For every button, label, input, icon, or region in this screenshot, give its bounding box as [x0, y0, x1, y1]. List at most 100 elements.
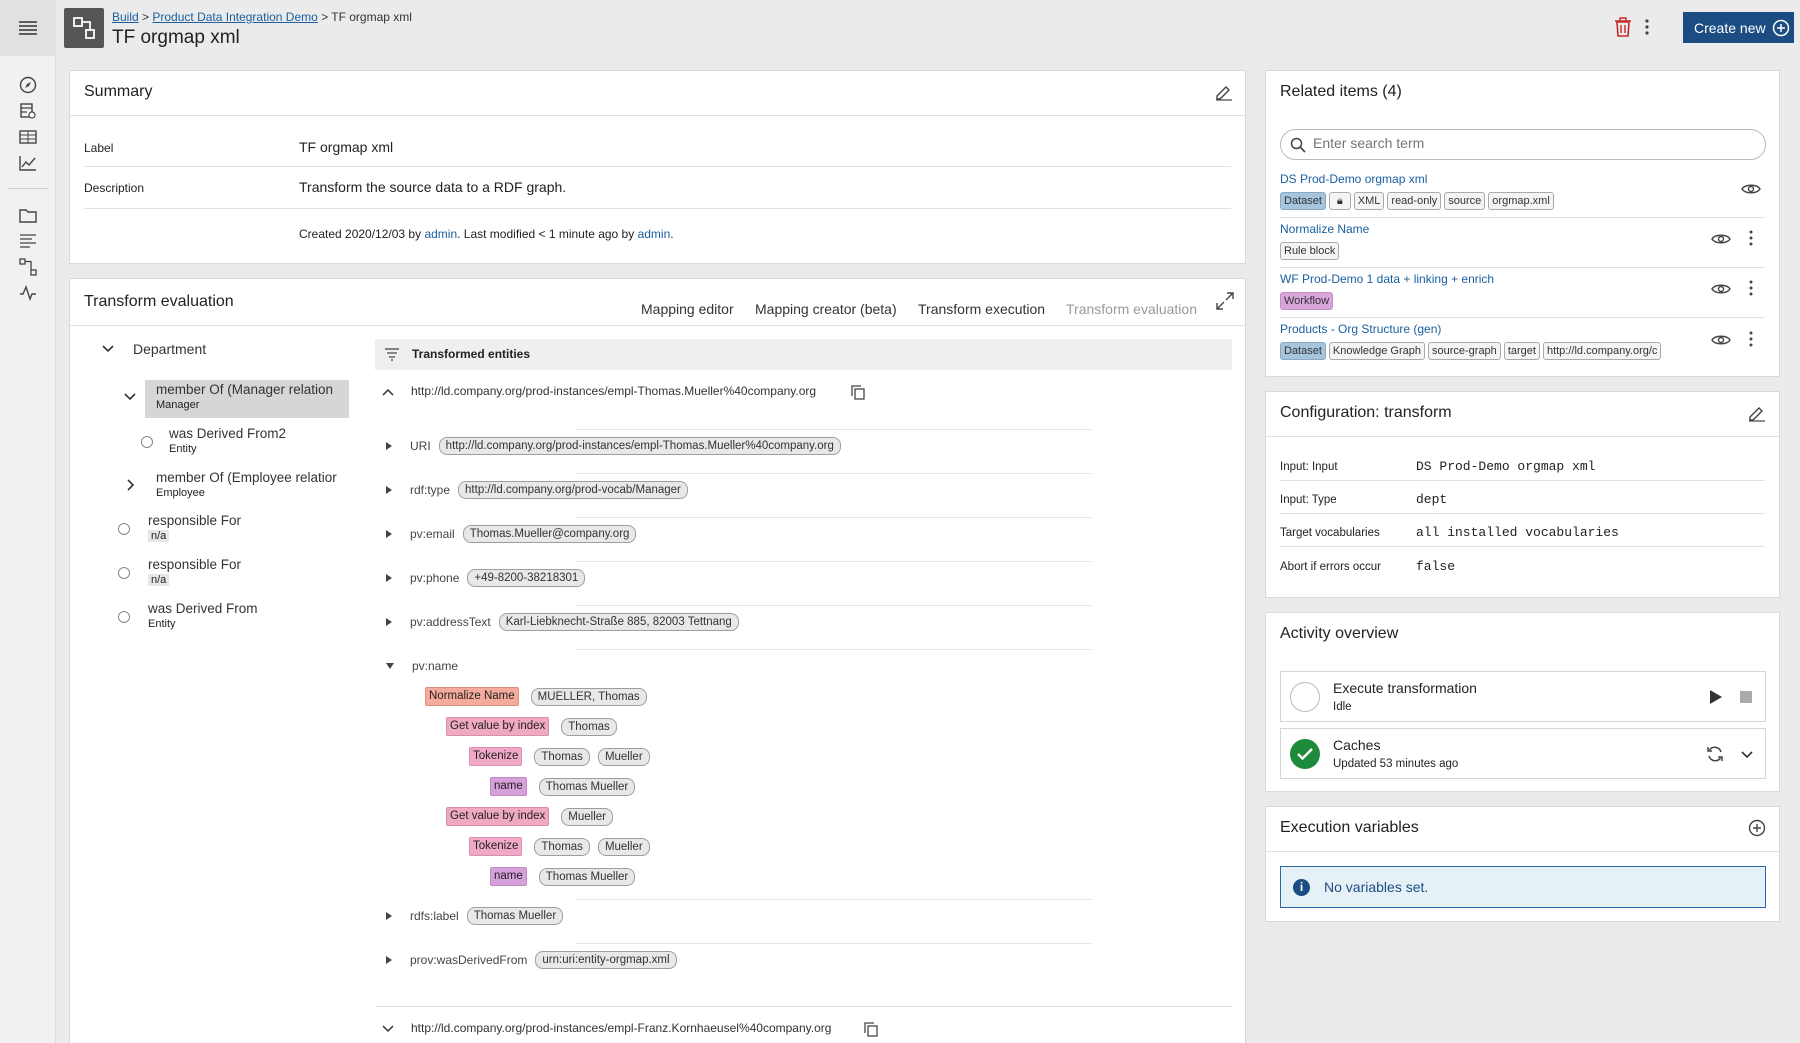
workflow-icon[interactable] — [17, 256, 39, 278]
more-options-icon[interactable] — [1644, 17, 1650, 37]
config-value: dept — [1416, 492, 1448, 507]
list-icon[interactable] — [17, 230, 39, 252]
eye-icon[interactable] — [1711, 282, 1731, 296]
tree-radio[interactable] — [141, 436, 153, 448]
tab-transform-execution[interactable]: Transform execution — [918, 301, 1045, 317]
caret-right-icon[interactable] — [386, 618, 392, 626]
entity-uri[interactable]: http://ld.company.org/prod-instances/emp… — [411, 1021, 831, 1035]
operator-tokenize[interactable]: Tokenize — [469, 747, 523, 766]
property-row[interactable]: rdfs:label Thomas Mueller — [386, 907, 564, 925]
more-options-icon[interactable] — [1748, 229, 1754, 247]
caret-right-icon[interactable] — [386, 486, 392, 494]
create-new-button[interactable]: Create new — [1683, 12, 1794, 43]
breadcrumb-build[interactable]: Build — [112, 10, 139, 24]
more-options-icon[interactable] — [1748, 330, 1754, 348]
operator-name[interactable]: name — [490, 867, 527, 886]
configuration-title: Configuration: transform — [1280, 404, 1452, 421]
play-icon[interactable] — [1709, 689, 1723, 705]
property-row[interactable]: pv:phone +49-8200-38218301 — [386, 569, 586, 587]
activity-status: Updated 53 minutes ago — [1333, 758, 1459, 770]
config-row: Input: Type dept — [1280, 484, 1765, 514]
operator-get-value[interactable]: Get value by index — [446, 717, 550, 736]
chevron-down-icon[interactable] — [1741, 751, 1753, 759]
created-by-link[interactable]: admin — [424, 227, 457, 241]
chevron-down-icon[interactable] — [382, 1025, 394, 1033]
property-name: rdf:type — [410, 483, 451, 497]
related-item-title[interactable]: Products - Org Structure (gen) — [1280, 322, 1441, 336]
caret-right-icon[interactable] — [386, 956, 392, 964]
folder-icon[interactable] — [17, 204, 39, 226]
tag: target — [1503, 342, 1540, 361]
related-item-title[interactable]: WF Prod-Demo 1 data + linking + enrich — [1280, 272, 1494, 286]
tab-mapping-creator[interactable]: Mapping creator (beta) — [755, 301, 897, 317]
tree-item-label[interactable]: responsible For — [148, 557, 241, 572]
modified-by-link[interactable]: admin — [638, 227, 671, 241]
operator-value: Thomas Mueller — [538, 777, 636, 796]
property-row[interactable]: pv:name — [386, 659, 458, 673]
caret-down-icon[interactable] — [386, 663, 394, 669]
edit-icon[interactable] — [1215, 83, 1233, 101]
caret-right-icon[interactable] — [386, 442, 392, 450]
chart-icon[interactable] — [17, 152, 39, 174]
tree-root-department[interactable]: Department — [133, 341, 206, 357]
tree-item-label[interactable]: member Of (Employee relatior — [156, 470, 346, 485]
property-row[interactable]: prov:wasDerivedFrom urn:uri:entity-orgmap… — [386, 951, 677, 969]
chevron-down-icon[interactable] — [124, 393, 136, 401]
chevron-right-icon[interactable] — [127, 479, 135, 491]
operator-row: Tokenize Thomas Mueller — [469, 747, 650, 766]
delete-icon[interactable] — [1614, 17, 1632, 37]
operator-value: Mueller — [597, 837, 650, 856]
operator-get-value[interactable]: Get value by index — [446, 807, 550, 826]
search-field[interactable] — [1280, 129, 1766, 160]
maximize-icon[interactable] — [1215, 291, 1235, 311]
more-options-icon[interactable] — [1748, 279, 1754, 297]
property-value: Karl-Liebknecht-Straße 885, 82003 Tettna… — [498, 613, 739, 631]
copy-icon[interactable] — [851, 385, 865, 400]
search-input[interactable] — [1313, 135, 1753, 151]
breadcrumb-project[interactable]: Product Data Integration Demo — [152, 10, 317, 24]
refresh-icon[interactable] — [1706, 745, 1724, 763]
table-icon[interactable] — [17, 126, 39, 148]
tag: Rule block — [1280, 242, 1340, 261]
tab-transform-evaluation[interactable]: Transform evaluation — [1066, 301, 1197, 317]
compass-icon[interactable] — [17, 74, 39, 96]
operator-normalize[interactable]: Normalize Name — [425, 687, 519, 706]
related-item-title[interactable]: Normalize Name — [1280, 222, 1369, 236]
caret-right-icon[interactable] — [386, 530, 392, 538]
tree-item-label[interactable]: responsible For — [148, 513, 241, 528]
caret-right-icon[interactable] — [386, 574, 392, 582]
add-circle-icon[interactable] — [1748, 819, 1766, 837]
copy-icon[interactable] — [864, 1022, 878, 1037]
tree-item-label[interactable]: was Derived From — [148, 601, 258, 616]
stop-icon[interactable] — [1740, 691, 1752, 703]
tree-radio[interactable] — [118, 611, 130, 623]
caret-right-icon[interactable] — [386, 912, 392, 920]
info-icon: i — [1293, 879, 1310, 896]
config-value: false — [1416, 559, 1456, 574]
property-row[interactable]: pv:addressText Karl-Liebknecht-Straße 885… — [386, 613, 739, 631]
dataset-icon[interactable] — [17, 100, 39, 122]
eye-icon[interactable] — [1741, 182, 1761, 196]
tree-item-label[interactable]: was Derived From2 — [169, 426, 286, 441]
menu-icon[interactable] — [0, 0, 56, 56]
operator-value: Thomas — [534, 837, 590, 856]
operator-name[interactable]: name — [490, 777, 527, 796]
property-row[interactable]: pv:email Thomas.Mueller@company.org — [386, 525, 637, 543]
chevron-down-icon[interactable] — [102, 345, 114, 353]
tab-mapping-editor[interactable]: Mapping editor — [641, 301, 734, 317]
info-callout: i No variables set. — [1280, 866, 1766, 908]
related-item-title[interactable]: DS Prod-Demo orgmap xml — [1280, 172, 1427, 186]
edit-icon[interactable] — [1748, 404, 1766, 422]
tag: Dataset — [1280, 192, 1326, 211]
property-row[interactable]: rdf:type http://ld.company.org/prod-vocab… — [386, 481, 688, 499]
config-row: Abort if errors occur false — [1280, 551, 1765, 581]
tree-radio[interactable] — [118, 523, 130, 535]
property-row[interactable]: URI http://ld.company.org/prod-instances/… — [386, 437, 841, 455]
eye-icon[interactable] — [1711, 232, 1731, 246]
eye-icon[interactable] — [1711, 333, 1731, 347]
operator-tokenize[interactable]: Tokenize — [469, 837, 523, 856]
config-row: Target vocabularies all installed vocabul… — [1280, 517, 1765, 547]
tree-radio[interactable] — [118, 567, 130, 579]
chevron-up-icon[interactable] — [382, 388, 394, 396]
activity-icon[interactable] — [17, 282, 39, 304]
